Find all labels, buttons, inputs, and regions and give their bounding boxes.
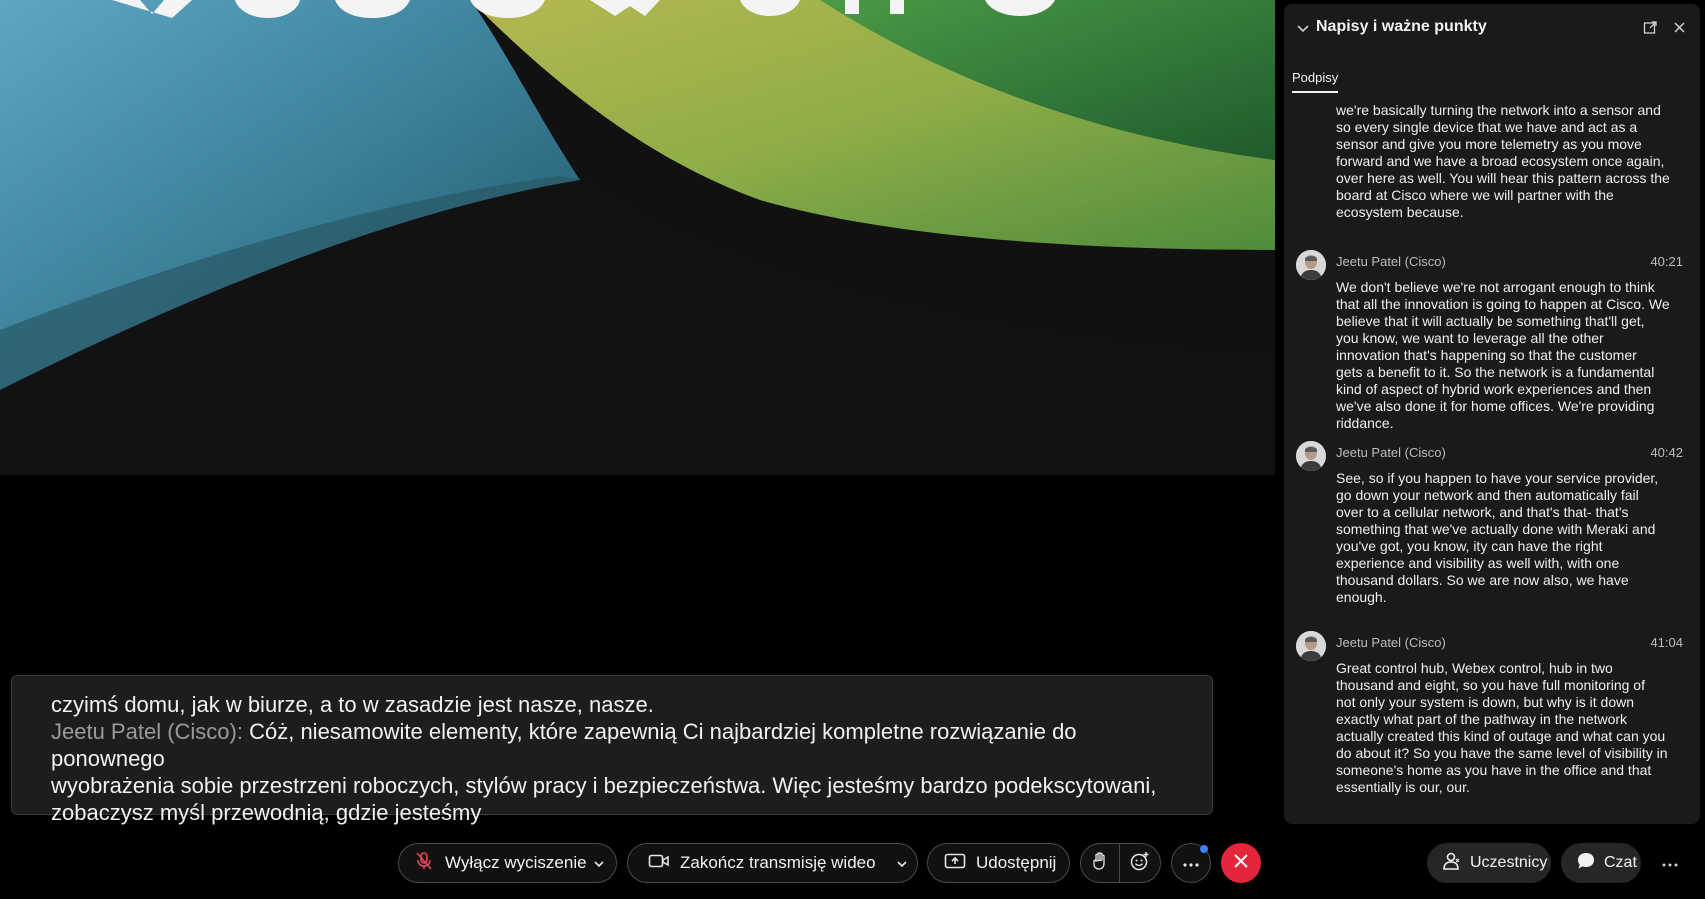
shared-video bbox=[0, 0, 1275, 475]
raise-hand-button[interactable] bbox=[1080, 843, 1120, 883]
shared-video-graphic bbox=[0, 0, 1275, 475]
share-screen-icon bbox=[944, 852, 966, 875]
transcript-entry-text: See, so if you happen to have your servi… bbox=[1336, 470, 1659, 605]
notification-dot bbox=[1200, 845, 1208, 853]
participants-button[interactable]: Uczestnicy bbox=[1427, 843, 1551, 883]
transcript-entry-text: Great control hub, Webex control, hub in… bbox=[1336, 660, 1668, 795]
live-caption-box: czyimś domu, jak w biurze, a to w zasadz… bbox=[11, 675, 1213, 825]
more-icon bbox=[1662, 854, 1678, 872]
unmute-label: Wyłącz wyciszenie bbox=[445, 853, 587, 872]
share-label: Udostępnij bbox=[976, 853, 1057, 872]
chevron-down-icon[interactable] bbox=[895, 856, 909, 876]
more-options-button[interactable] bbox=[1171, 843, 1211, 883]
avatar bbox=[1296, 250, 1326, 280]
raise-hand-icon bbox=[1091, 851, 1109, 876]
share-button[interactable]: Udostępnij bbox=[927, 843, 1070, 883]
reactions-button[interactable] bbox=[1119, 843, 1161, 883]
panel-title: Napisy i ważne punkty bbox=[1316, 18, 1487, 35]
transcript-entry-text: We don't believe we're not arrogant enou… bbox=[1336, 279, 1670, 431]
captions-panel: Napisy i ważne punkty Podpisy we're basi… bbox=[1284, 4, 1700, 824]
avatar bbox=[1296, 441, 1326, 471]
meeting-window: czyimś domu, jak w biurze, a to w zasadz… bbox=[0, 0, 1705, 899]
chat-icon bbox=[1576, 851, 1596, 876]
transcript-list[interactable]: we're basically turning the network into… bbox=[1284, 102, 1700, 824]
control-bar: Wyłącz wyciszenie Zakończ transmisję wid… bbox=[0, 843, 1705, 887]
chevron-down-icon[interactable] bbox=[1296, 22, 1310, 40]
panel-more-button[interactable] bbox=[1657, 853, 1683, 873]
timestamp: 40:21 bbox=[1650, 254, 1683, 269]
transcript-entry-text: we're basically turning the network into… bbox=[1336, 102, 1670, 220]
caption-line-4: zobaczysz myśl przewodnią, gdzie jesteśm… bbox=[51, 800, 482, 825]
caption-line-3: wyobrażenia sobie przestrzeni roboczych,… bbox=[51, 773, 1157, 798]
chat-button[interactable]: Czat bbox=[1561, 843, 1641, 883]
caption-line-1: czyimś domu, jak w biurze, a to w zasadz… bbox=[51, 692, 654, 717]
speaker-name: Jeetu Patel (Cisco) bbox=[1336, 445, 1446, 460]
panel-header: Napisy i ważne punkty bbox=[1284, 4, 1700, 52]
mic-muted-icon bbox=[413, 850, 435, 877]
popout-icon[interactable] bbox=[1643, 20, 1658, 40]
leave-call-icon bbox=[1233, 853, 1249, 874]
tab-captions[interactable]: Podpisy bbox=[1292, 68, 1339, 93]
avatar bbox=[1296, 631, 1326, 661]
leave-meeting-button[interactable] bbox=[1221, 843, 1261, 883]
stop-video-label: Zakończ transmisję wideo bbox=[680, 853, 876, 872]
chat-label: Czat bbox=[1604, 854, 1637, 871]
panel-tabs: Podpisy bbox=[1292, 68, 1339, 100]
timestamp: 40:42 bbox=[1650, 445, 1683, 460]
camera-icon bbox=[648, 852, 670, 875]
speaker-name: Jeetu Patel (Cisco) bbox=[1336, 635, 1446, 650]
close-icon[interactable] bbox=[1673, 21, 1686, 39]
speaker-name: Jeetu Patel (Cisco) bbox=[1336, 254, 1446, 269]
more-icon bbox=[1182, 853, 1200, 873]
stop-video-button[interactable]: Zakończ transmisję wideo bbox=[627, 843, 918, 883]
timestamp: 41:04 bbox=[1650, 635, 1683, 650]
caption-line-2: Jeetu Patel (Cisco): Cóż, niesamowite el… bbox=[51, 718, 1192, 772]
participants-icon bbox=[1442, 851, 1462, 876]
caption-speaker: Jeetu Patel (Cisco): bbox=[51, 719, 243, 744]
reactions-icon bbox=[1130, 851, 1150, 876]
unmute-button[interactable]: Wyłącz wyciszenie bbox=[398, 843, 617, 883]
chevron-down-icon[interactable] bbox=[592, 856, 606, 876]
participants-label: Uczestnicy bbox=[1470, 854, 1548, 871]
